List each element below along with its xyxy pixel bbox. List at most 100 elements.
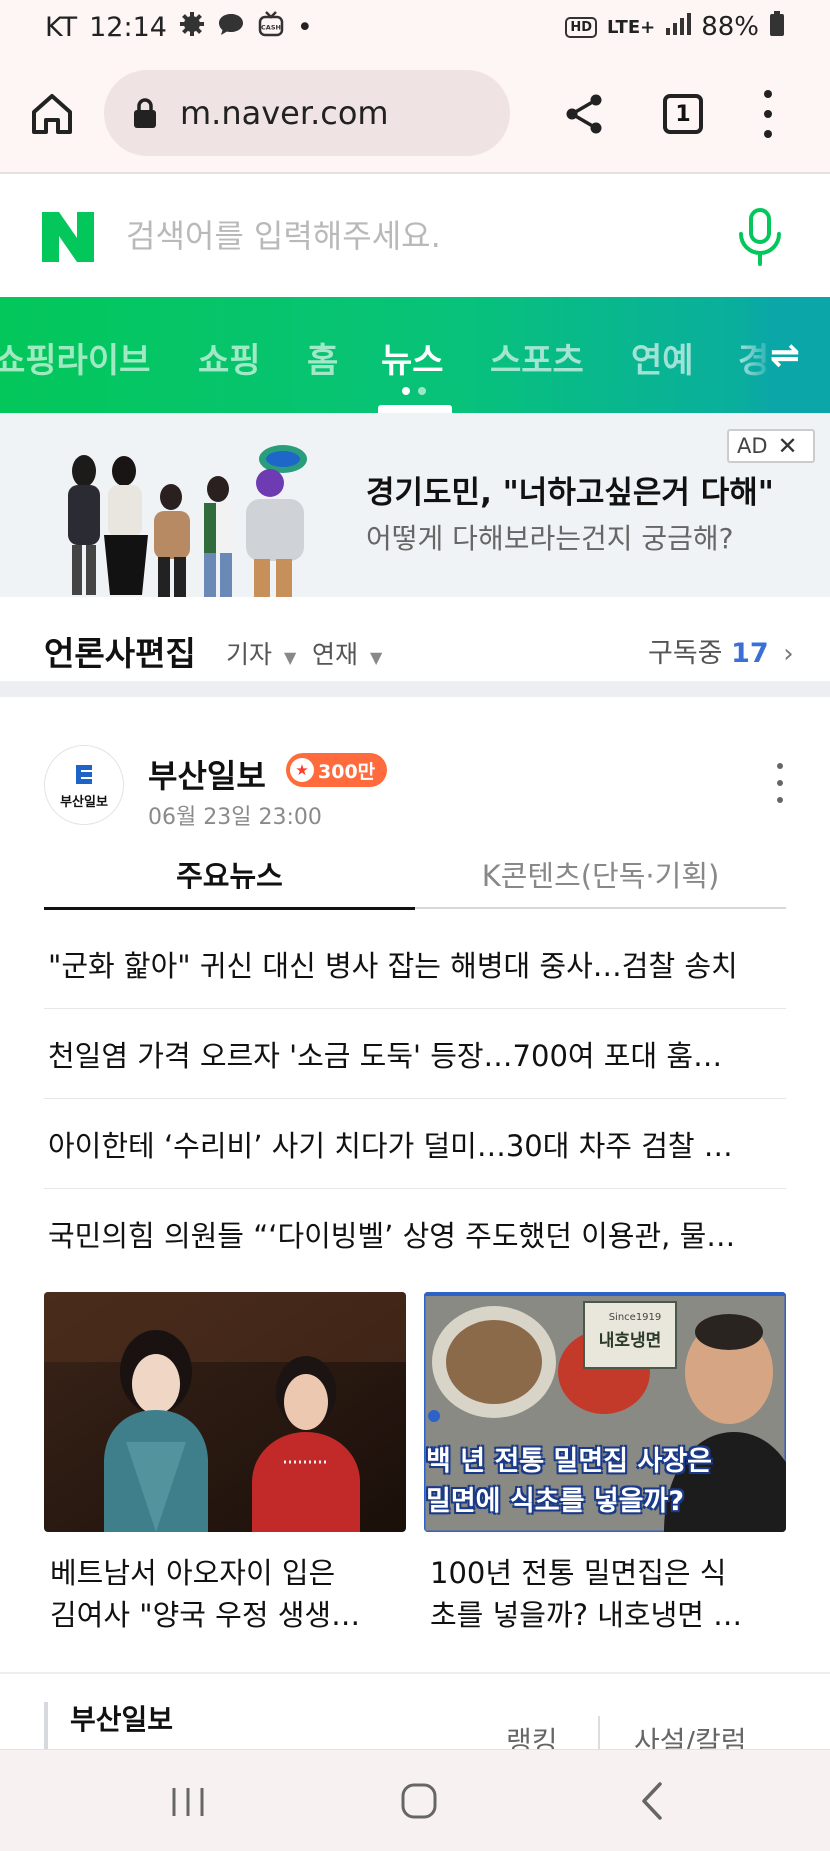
recent-apps-button[interactable] [158,1778,218,1824]
card-image-vietnam [44,1292,406,1532]
card-caption: 베트남서 아오자이 입은 김여사 "양국 우정 생생… [44,1552,406,1636]
more-dot [777,797,783,803]
menu-dot [764,130,772,138]
tab-switcher-button[interactable]: 1 [663,94,703,134]
photo-cards: 베트남서 아오자이 입은 김여사 "양국 우정 생생… Since1919 내호… [44,1292,786,1632]
gear-icon [179,11,205,43]
carrier-label: KT [45,11,78,43]
tab-count: 1 [675,101,691,127]
system-navigation-bar [0,1749,830,1851]
nav-item-entertainment[interactable]: 연예 [631,333,694,382]
home-button[interactable] [28,90,76,138]
subscriber-count: 300만 [318,760,376,783]
nav-item-sports[interactable]: 스포츠 [490,333,584,382]
ad-label: AD [737,434,768,458]
headline-list: "군화 핥아" 귀신 대신 병사 잡는 해병대 중사…검찰 송치 천일염 가격 … [44,919,786,1279]
headline-text: 아이한테 ‘수리비’ 사기 치다가 덜미…30대 차주 검찰 … [48,1128,733,1163]
busan-ilbo-logo-icon [76,764,92,784]
chevron-right-icon: › [783,639,794,669]
publisher-more-button[interactable] [774,763,786,803]
battery-icon [769,10,785,44]
card-image-sign: Since1919 [608,1312,662,1323]
nav-item-home[interactable]: 홈 [307,333,338,382]
ad-people-image [58,427,348,597]
status-left: KT 12:14 CASH • [45,10,313,44]
card-image-overlay: 백 년 전통 밀면집 사장은 밀면에 식초를 넣을까? [426,1442,784,1522]
search-input[interactable] [126,206,686,266]
press-edit-title: 언론사편집 [44,634,196,673]
publisher-name[interactable]: 부산일보 [148,751,266,797]
swap-icon: ⇌ [769,334,801,376]
publisher-logo[interactable]: 부산일보 [44,745,124,825]
active-tab-underline [44,907,415,910]
naver-logo-icon[interactable] [42,212,94,262]
ad-banner[interactable]: 경기도민, "너하고싶은거 다해" 어떻게 다해보라는건지 궁금해? AD ✕ [0,413,830,597]
tab-main-news[interactable]: 주요뉴스 [44,853,415,895]
subscribed-link[interactable]: 구독중 17 › [648,631,794,670]
chevron-down-icon: ▼ [283,648,297,667]
chat-icon [217,11,245,43]
share-button[interactable] [562,92,606,136]
series-filter[interactable]: 연재 ▼ [312,635,382,671]
cash-tv-icon: CASH [257,10,285,44]
card-image-naengmyeon: Since1919 내호냉면 백 년 전통 밀면집 사장은 밀면에 식초를 넣을… [424,1292,786,1532]
more-dot [777,763,783,769]
news-card[interactable]: Since1919 내호냉면 백 년 전통 밀면집 사장은 밀면에 식초를 넣을… [424,1292,786,1636]
headline-item[interactable]: "군화 핥아" 귀신 대신 병사 잡는 해병대 중사…검찰 송치 [44,919,786,1009]
news-card[interactable]: 베트남서 아오자이 입은 김여사 "양국 우정 생생… [44,1292,406,1636]
battery-percent: 88% [701,12,759,42]
section-title[interactable]: 부산일보 [70,1698,173,1738]
reporter-filter[interactable]: 기자 ▼ [226,635,296,671]
card-caption-line: 100년 전통 밀면집은 식 [430,1556,727,1590]
headline-item[interactable]: 천일염 가격 오르자 '소금 도둑' 등장…700여 포대 훔… [44,1009,786,1099]
voice-search-button[interactable] [735,208,785,266]
network-label: LTE+ [607,16,656,38]
close-icon[interactable]: ✕ [778,432,798,460]
microphone-icon [739,208,781,266]
search-area [0,176,830,296]
headline-item[interactable]: 아이한테 ‘수리비’ 사기 치다가 덜미…30대 차주 검찰 … [44,1099,786,1189]
card-caption-line: 김여사 "양국 우정 생생… [50,1598,361,1632]
clock: 12:14 [89,11,167,43]
svg-text:CASH: CASH [261,24,281,32]
status-bar: KT 12:14 CASH • HD LTE+ 88% [0,0,830,54]
headline-text: 천일염 가격 오르자 '소금 도둑' 등장…700여 포대 훔… [48,1038,723,1073]
nav-edit-button[interactable]: ⇌ [740,297,830,413]
star-icon: ★ [290,758,314,782]
reporter-filter-label: 기자 [226,640,273,669]
card-image-overlay-line: 밀면에 식초를 넣을까? [426,1486,685,1517]
subscribed-label: 구독중 [648,638,723,669]
card-image-sign: 내호냉면 [598,1331,662,1351]
lock-icon [134,98,156,128]
address-bar[interactable]: m.naver.com [104,70,510,156]
tab-k-contents[interactable]: K콘텐츠(단독·기획) [415,853,786,895]
subscriber-count-badge: ★ 300만 [286,753,388,787]
browser-menu-button[interactable] [758,90,778,138]
menu-dot [764,110,772,118]
nav-item-shopping[interactable]: 쇼핑 [198,333,261,382]
section-divider-bar [44,1702,48,1754]
back-chevron-icon [642,1782,662,1820]
share-icon [566,94,602,134]
menu-dot [764,90,772,98]
ad-badge[interactable]: AD ✕ [727,429,815,463]
ad-title: 경기도민, "너하고싶은거 다해" [366,475,774,511]
notification-dot: • [296,11,313,43]
active-tab-indicator [378,405,452,413]
back-button[interactable] [622,1778,682,1824]
publish-date: 06월 23일 23:00 [148,805,322,830]
more-dot [777,780,783,786]
series-filter-label: 연재 [312,640,359,669]
card-image-overlay-line: 백 년 전통 밀면집 사장은 [426,1446,712,1477]
news-tabs: 주요뉴스 K콘텐츠(단독·기획) [44,833,786,910]
card-caption-line: 베트남서 아오자이 입은 [50,1556,336,1590]
nav-item-shopping-live[interactable]: 쇼핑라이브 [0,333,150,382]
headline-item[interactable]: 국민의힘 의원들 “‘다이빙벨’ 상영 주도했던 이용관, 물… [44,1189,786,1279]
chevron-down-icon: ▼ [369,648,383,667]
home-icon [32,94,72,134]
nav-item-news[interactable]: 뉴스 [381,333,444,382]
card-caption-line: 초를 넣을까? 내호냉면 … [430,1598,743,1632]
category-nav: 쇼핑라이브 쇼핑 홈 뉴스 스포츠 연예 경 ⇌ [0,297,830,413]
home-nav-button[interactable] [389,1778,449,1824]
recent-apps-icon [172,1788,204,1816]
